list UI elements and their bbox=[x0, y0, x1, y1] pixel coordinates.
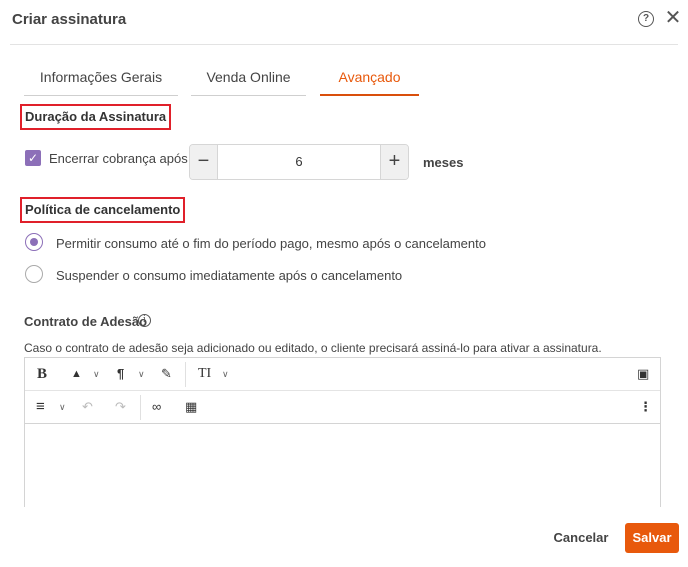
toolbar-divider bbox=[140, 395, 141, 420]
toolbar-divider bbox=[185, 362, 186, 387]
tab-informacoes-gerais[interactable]: Informações Gerais bbox=[24, 66, 178, 96]
info-icon[interactable]: i bbox=[138, 314, 151, 327]
tab-avancado[interactable]: Avançado bbox=[320, 66, 419, 96]
radio-suspend-consumption[interactable] bbox=[25, 265, 43, 283]
decrement-button[interactable]: − bbox=[190, 145, 218, 179]
question-circle-icon[interactable]: ? bbox=[638, 11, 654, 27]
radio-allow-consumption[interactable] bbox=[25, 233, 43, 251]
paragraph-icon[interactable]: ¶ bbox=[117, 366, 124, 382]
text-color-icon[interactable]: ▲ bbox=[71, 366, 82, 382]
end-billing-checkbox[interactable]: ✓ bbox=[25, 150, 41, 166]
font-size-icon[interactable]: TI bbox=[198, 366, 211, 382]
redo-icon[interactable]: ↷ bbox=[115, 399, 126, 415]
table-icon[interactable]: ▦ bbox=[185, 399, 197, 415]
duration-section-title: Duração da Assinatura bbox=[20, 104, 172, 130]
cancel-button[interactable]: Cancelar bbox=[548, 526, 614, 550]
link-icon[interactable]: ∞ bbox=[152, 399, 161, 415]
months-unit-label: meses bbox=[423, 155, 464, 170]
chevron-down-icon[interactable]: ∨ bbox=[222, 366, 229, 382]
rich-text-editor: B ▲ ∨ ¶ ∨ ✎ TI ∨ ▣ ≡ ∨ ↶ ↷ ∞ ▦ ⋮ bbox=[24, 357, 661, 507]
months-stepper: − + bbox=[189, 144, 409, 180]
months-input[interactable] bbox=[218, 145, 380, 179]
radio-suspend-consumption-label: Suspender o consumo imediatamente após o… bbox=[56, 268, 403, 283]
dialog-title: Criar assinatura bbox=[12, 11, 127, 28]
contract-description: Caso o contrato de adesão seja adicionad… bbox=[24, 341, 602, 355]
chevron-down-icon[interactable]: ∨ bbox=[59, 399, 66, 415]
image-icon[interactable]: ▣ bbox=[637, 366, 649, 382]
dialog-header: Criar assinatura ? ✕ bbox=[0, 0, 688, 44]
contract-label: Contrato de Adesão bbox=[24, 314, 148, 329]
bold-icon[interactable]: B bbox=[37, 366, 47, 382]
header-divider bbox=[10, 44, 678, 45]
undo-icon[interactable]: ↶ bbox=[82, 399, 93, 415]
cancellation-section-title: Política de cancelamento bbox=[20, 197, 186, 223]
more-options-icon[interactable]: ⋮ bbox=[639, 399, 652, 415]
tab-venda-online[interactable]: Venda Online bbox=[191, 66, 306, 96]
eraser-icon[interactable]: ✎ bbox=[161, 366, 172, 382]
align-icon[interactable]: ≡ bbox=[36, 399, 45, 415]
chevron-down-icon[interactable]: ∨ bbox=[138, 366, 145, 382]
editor-toolbar-row-2: ≡ ∨ ↶ ↷ ∞ ▦ ⋮ bbox=[25, 391, 660, 424]
chevron-down-icon[interactable]: ∨ bbox=[93, 366, 100, 382]
close-icon[interactable]: ✕ bbox=[664, 8, 682, 28]
increment-button[interactable]: + bbox=[380, 145, 408, 179]
end-billing-label: Encerrar cobrança após bbox=[49, 151, 188, 166]
editor-toolbar-row-1: B ▲ ∨ ¶ ∨ ✎ TI ∨ ▣ bbox=[25, 358, 660, 391]
radio-allow-consumption-label: Permitir consumo até o fim do período pa… bbox=[56, 236, 486, 251]
save-button[interactable]: Salvar bbox=[625, 523, 679, 553]
